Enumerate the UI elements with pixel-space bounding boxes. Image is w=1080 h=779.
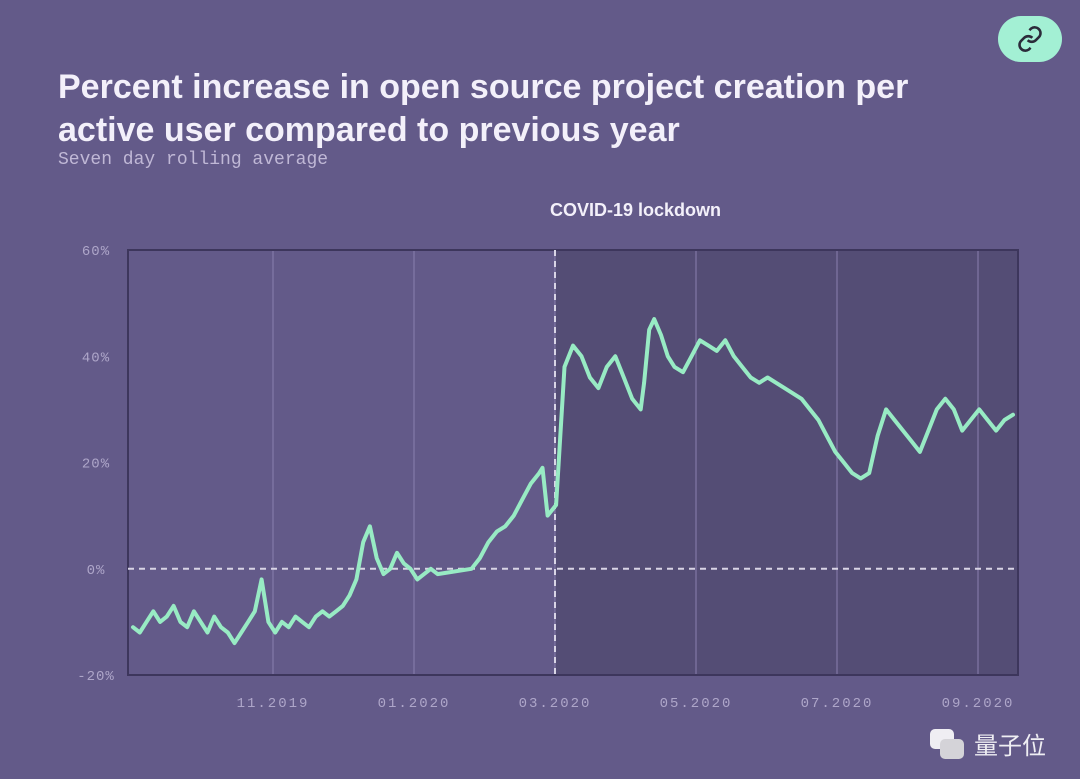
chart-title: Percent increase in open source project …: [58, 66, 938, 151]
wechat-icon: [930, 729, 966, 759]
svg-text:09.2020: 09.2020: [942, 696, 1015, 712]
watermark: 量子位: [930, 726, 1046, 761]
svg-text:01.2020: 01.2020: [378, 696, 451, 712]
chart-subtitle: Seven day rolling average: [58, 150, 328, 170]
watermark-text: 量子位: [974, 726, 1046, 761]
svg-text:20%: 20%: [82, 457, 110, 473]
svg-text:03.2020: 03.2020: [519, 696, 592, 712]
svg-text:0%: 0%: [87, 563, 106, 579]
link-icon: [1016, 25, 1044, 53]
svg-text:11.2019: 11.2019: [237, 696, 310, 712]
svg-text:60%: 60%: [82, 244, 110, 260]
permalink-button[interactable]: [998, 16, 1062, 62]
svg-text:07.2020: 07.2020: [801, 696, 874, 712]
line-chart: -20% 0% 20% 40% 60% 11.2019 01.2020 03.2020 05.2…: [58, 230, 1038, 730]
svg-text:-20%: -20%: [77, 669, 115, 685]
svg-text:05.2020: 05.2020: [660, 696, 733, 712]
lockdown-annotation: COVID-19 lockdown: [550, 200, 721, 221]
svg-text:40%: 40%: [82, 350, 110, 366]
